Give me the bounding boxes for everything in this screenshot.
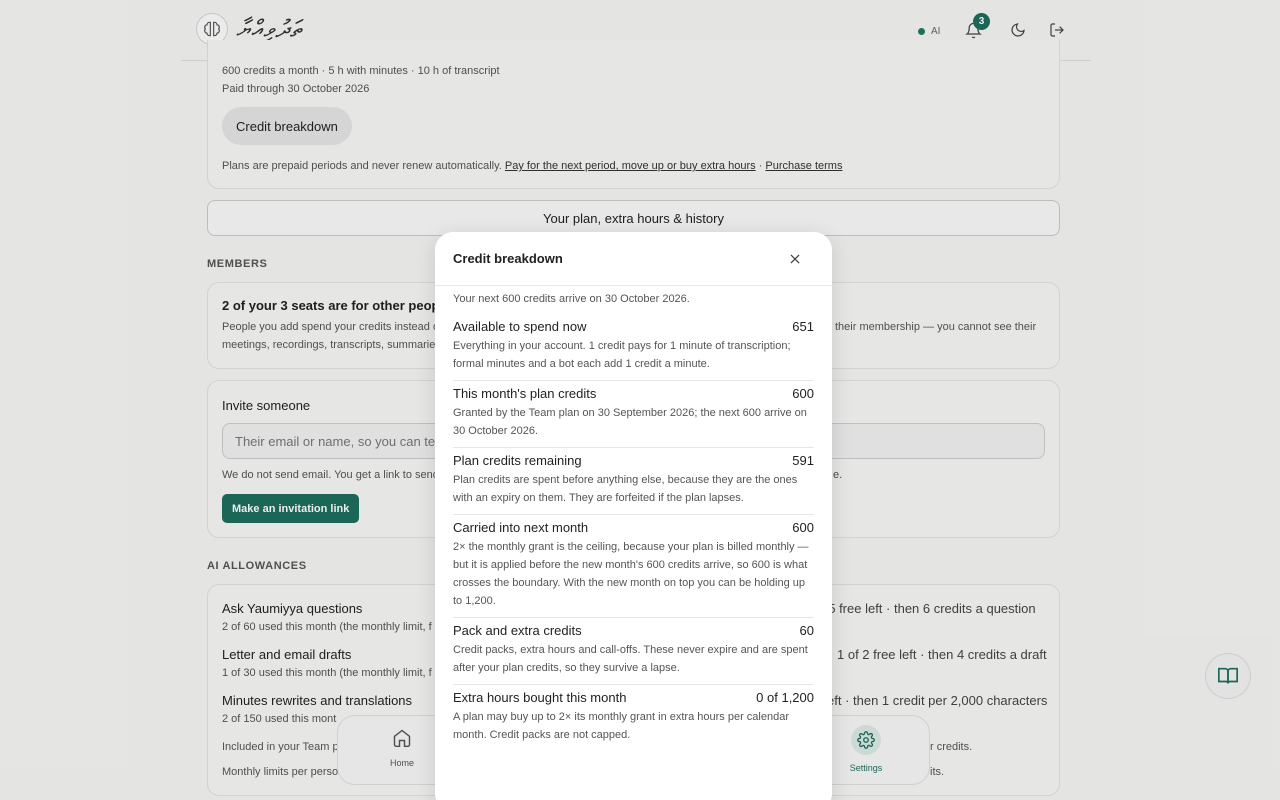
- breakdown-row: This month's plan credits 600 Granted by …: [453, 381, 814, 448]
- row-label: This month's plan credits: [453, 386, 597, 401]
- dialog-header: Credit breakdown: [435, 232, 832, 286]
- row-label: Extra hours bought this month: [453, 690, 627, 705]
- breakdown-row: Available to spend now 651 Everything in …: [453, 314, 814, 381]
- row-description: Everything in your account. 1 credit pay…: [453, 340, 791, 370]
- row-value: 600: [792, 386, 814, 401]
- row-label: Available to spend now: [453, 319, 587, 334]
- breakdown-row: Extra hours bought this month 0 of 1,200 …: [453, 685, 814, 751]
- breakdown-row: Pack and extra credits 60 Credit packs, e…: [453, 618, 814, 685]
- row-description: Plan credits are spent before anything e…: [453, 474, 798, 504]
- breakdown-row: Carried into next month 600 2× the monthl…: [453, 515, 814, 618]
- row-value: 600: [792, 520, 814, 535]
- row-description: A plan may buy up to 2× its monthly gran…: [453, 711, 789, 741]
- row-description: Credit packs, extra hours and call-offs.…: [453, 644, 808, 674]
- breakdown-list: Available to spend now 651 Everything in …: [453, 314, 814, 751]
- row-value: 591: [792, 453, 814, 468]
- row-value: 60: [799, 623, 814, 638]
- row-description: Granted by the Team plan on 30 September…: [453, 407, 807, 437]
- close-icon[interactable]: [786, 250, 804, 268]
- dialog-title: Credit breakdown: [453, 251, 563, 266]
- row-label: Pack and extra credits: [453, 623, 582, 638]
- row-label: Carried into next month: [453, 520, 589, 535]
- row-label: Plan credits remaining: [453, 453, 582, 468]
- dialog-intro: Your next 600 credits arrive on 30 Octob…: [453, 293, 690, 305]
- row-value: 0 of 1,200: [756, 690, 814, 705]
- breakdown-row: Plan credits remaining 591 Plan credits a…: [453, 448, 814, 515]
- credit-breakdown-dialog: Credit breakdown Your next 600 credits a…: [435, 232, 832, 800]
- row-description: 2× the monthly grant is the ceiling, bec…: [453, 541, 809, 607]
- row-value: 651: [792, 319, 814, 334]
